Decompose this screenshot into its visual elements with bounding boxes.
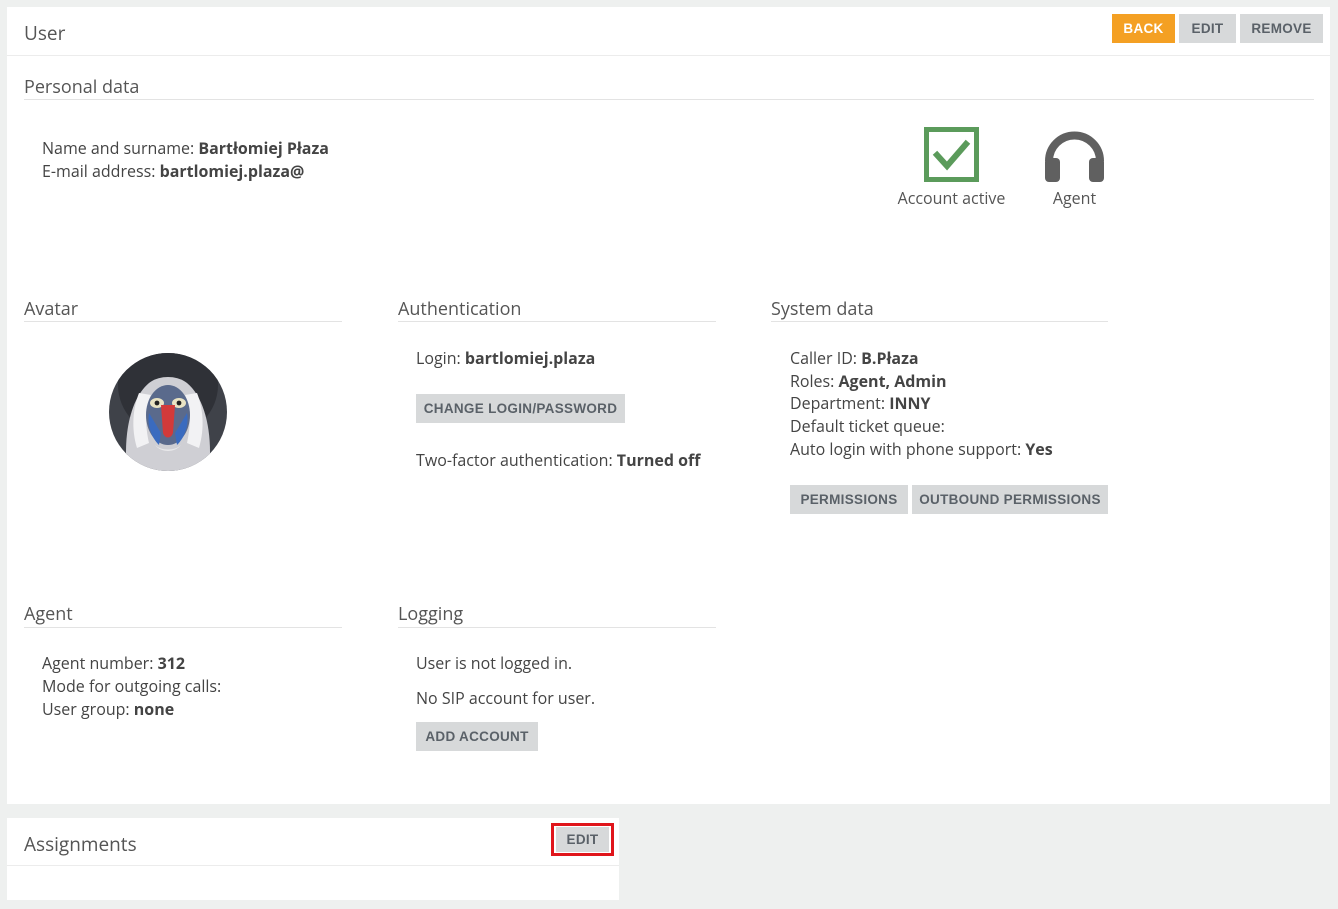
remove-button[interactable]: REMOVE [1240,14,1323,43]
login-value: bartlomiej.plaza [464,347,596,369]
avatar-title: Avatar [24,297,79,321]
name-label: Name and surname: [42,137,199,159]
checkbox-checked-icon [924,127,979,182]
outbound-permissions-button[interactable]: OUTBOUND PERMISSIONS [912,485,1108,514]
agent-divider [24,627,342,628]
user-panel: User BACK EDIT REMOVE Personal data Name… [7,7,1330,804]
logging-divider [398,627,716,628]
two-factor-field: Two-factor authentication: Turned off [416,449,700,471]
two-factor-value: Turned off [616,449,701,471]
caller-id-field: Caller ID: B.Płaza [790,347,919,369]
auto-login-label: Auto login with phone support: [790,438,1026,460]
user-group-label: User group: [42,698,134,720]
auto-login-field: Auto login with phone support: Yes [790,438,1053,460]
name-field: Name and surname: Bartłomiej Płaza [42,137,329,159]
email-label: E-mail address: [42,160,160,182]
outgoing-mode-field: Mode for outgoing calls: [42,675,222,697]
caller-id-value: B.Płaza [861,347,919,369]
change-login-password-button[interactable]: CHANGE LOGIN/PASSWORD [416,394,625,423]
agent-title: Agent [24,602,73,626]
avatar [109,353,227,471]
auto-login-value: Yes [1025,438,1053,460]
roles-field: Roles: Agent, Admin [790,370,947,392]
email-field: E-mail address: bartlomiej.plaza@ [42,160,304,182]
roles-label: Roles: [790,370,839,392]
avatar-divider [24,321,342,322]
page-title: User [24,20,66,46]
add-account-button[interactable]: ADD ACCOUNT [416,722,538,751]
sip-status-text: No SIP account for user. [416,687,596,709]
personal-data-title: Personal data [24,75,140,99]
assignments-edit-button[interactable]: EDIT [556,827,609,852]
agent-number-value: 312 [157,652,186,674]
roles-value: Agent, Admin [838,370,947,392]
assignments-title: Assignments [24,831,137,857]
personal-data-divider [24,99,1314,100]
user-group-field: User group: none [42,698,174,720]
system-data-divider [771,321,1108,322]
name-value: Bartłomiej Płaza [198,137,329,159]
agent-number-label: Agent number: [42,652,158,674]
agent-number-field: Agent number: 312 [42,652,185,674]
department-label: Department: [790,392,890,414]
department-field: Department: INNY [790,392,930,414]
agent-role-label: Agent [1052,187,1097,209]
login-field: Login: bartlomiej.plaza [416,347,595,369]
headphones-icon [1043,127,1106,183]
assignments-panel: Assignments EDIT [7,818,619,900]
account-active-label: Account active [897,187,1006,209]
system-data-title: System data [771,297,874,321]
back-button[interactable]: BACK [1112,14,1175,43]
department-value: INNY [889,392,931,414]
login-status-text: User is not logged in. [416,652,573,674]
caller-id-label: Caller ID: [790,347,862,369]
permissions-button[interactable]: PERMISSIONS [790,485,908,514]
login-label: Login: [416,347,465,369]
authentication-title: Authentication [398,297,522,321]
logging-title: Logging [398,602,464,626]
authentication-divider [398,321,716,322]
header-divider [7,55,1330,56]
email-value: bartlomiej.plaza@ [159,160,305,182]
ticket-queue-field: Default ticket queue: [790,415,945,437]
two-factor-label: Two-factor authentication: [416,449,617,471]
edit-button[interactable]: EDIT [1179,14,1236,43]
assignments-divider [7,865,619,866]
user-group-value: none [133,698,175,720]
